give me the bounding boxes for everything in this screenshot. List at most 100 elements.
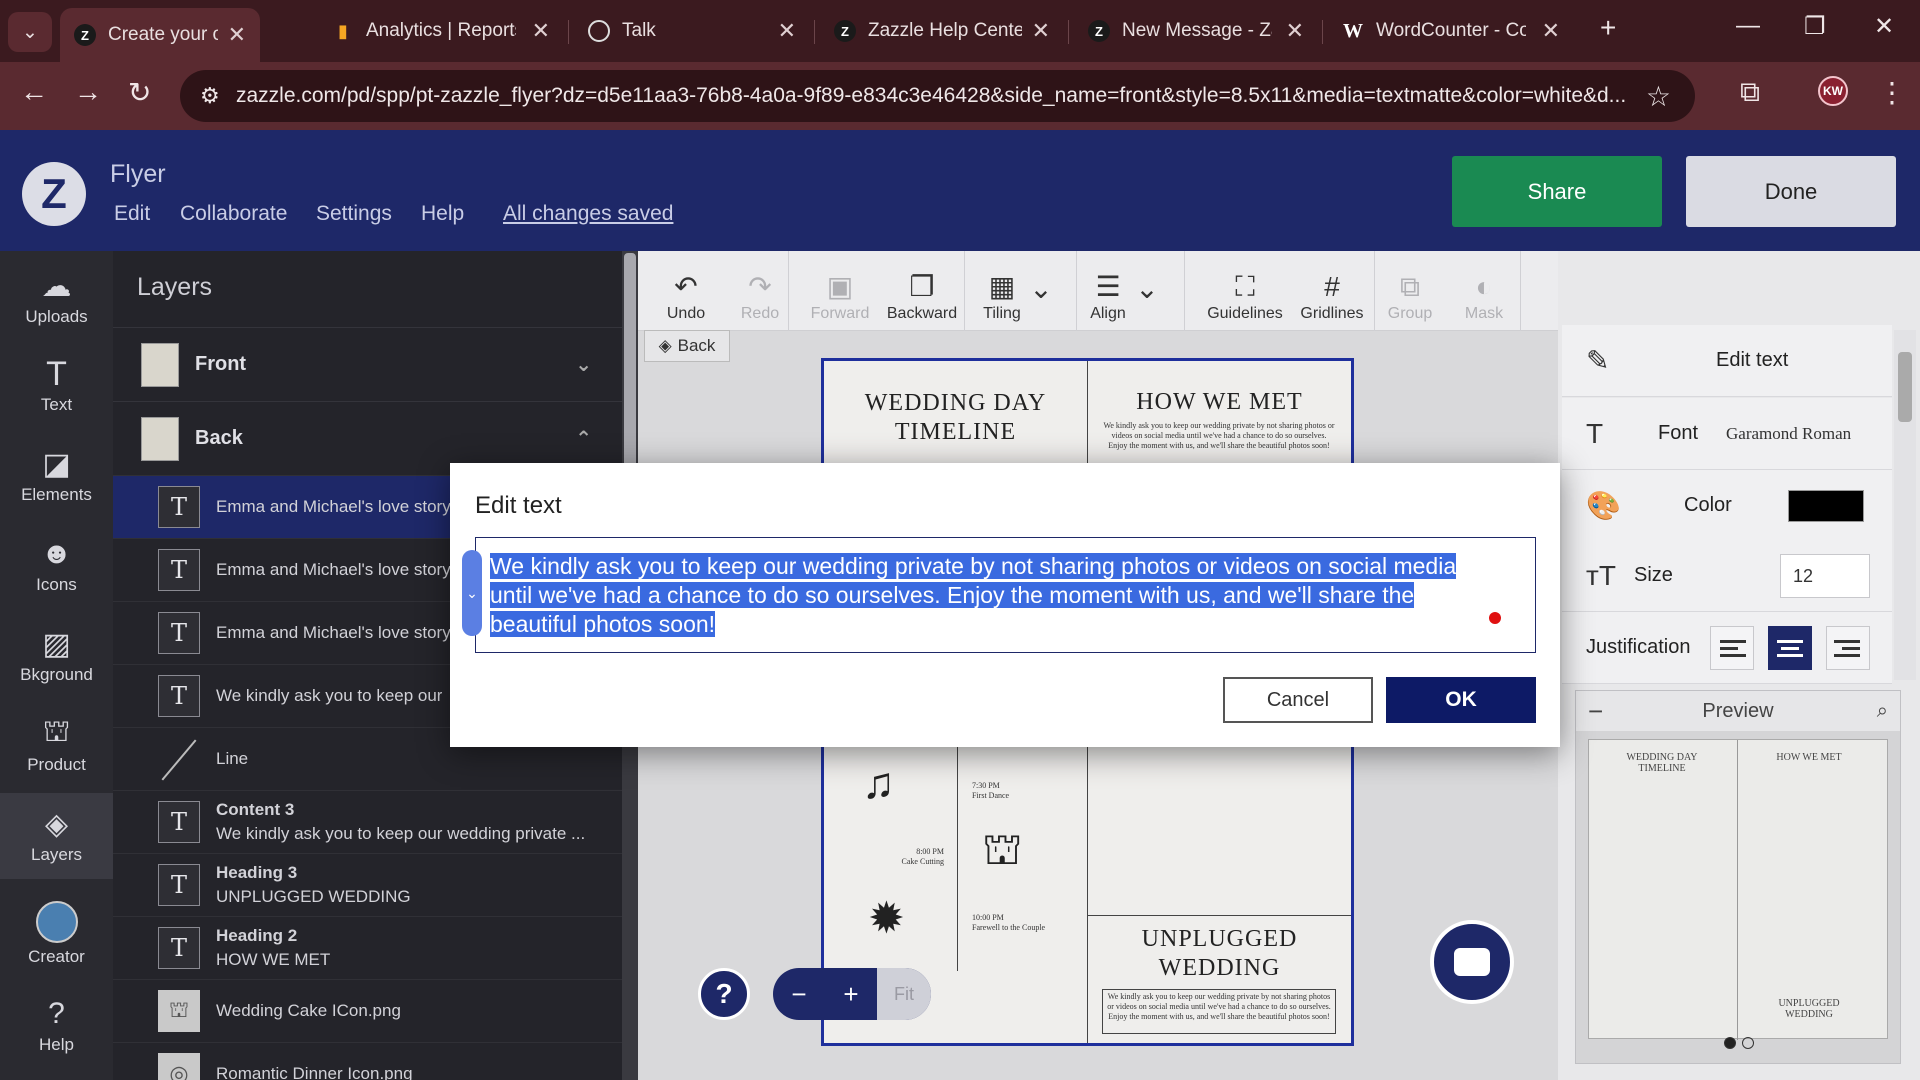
window-close-icon[interactable]: ✕ [1874,12,1894,41]
close-icon[interactable]: ✕ [768,18,796,44]
group-icon: ⧉ [1400,271,1420,302]
preview-thumbnail[interactable]: WEDDING DAY TIMELINE HOW WE MET UNPLUGGE… [1588,739,1888,1040]
rail-creator[interactable]: Creator [0,889,113,979]
font-row[interactable]: T Font Garamond Roman [1562,398,1892,470]
color-swatch[interactable] [1788,490,1864,522]
unplugged-text: We kindly ask you to keep our wedding pr… [1107,992,1331,1021]
layer-row[interactable]: ◎ Romantic Dinner Icon.png [113,1042,622,1080]
backward-button[interactable]: ❐ Backward [882,259,962,323]
magnifier-icon[interactable]: ⌕ [1877,700,1888,723]
mask-button[interactable]: ◐ Mask [1444,259,1524,323]
new-tab-icon[interactable]: + [1600,12,1616,44]
rail-layers[interactable]: ◈ Layers [0,793,113,879]
collapse-icon[interactable]: − [1588,696,1603,727]
menu-help[interactable]: Help [421,202,464,226]
heading-how-we-met[interactable]: HOW WE MET [1088,389,1351,416]
minimize-icon[interactable]: — [1736,12,1760,40]
close-icon[interactable]: ✕ [1276,18,1304,44]
justify-center-button[interactable] [1768,626,1812,670]
restore-icon[interactable]: ❐ [1804,12,1826,41]
timeline-time: 8:00 PM [916,847,944,856]
site-settings-icon[interactable]: ⚙ [200,83,220,109]
tiling-dropdown[interactable]: ⌄ [1026,259,1056,323]
rail-elements[interactable]: ◪ Elements [0,433,113,519]
canvas-help-button[interactable]: ? [698,968,750,1020]
back-arrow-icon[interactable]: ← [20,76,48,108]
layer-group-front[interactable]: Front ⌄ [113,327,622,401]
align-dropdown[interactable]: ⌄ [1132,259,1162,323]
extensions-icon[interactable]: ⧉ [1740,76,1760,109]
tab-new-message[interactable]: Z New Message - Za ✕ [1074,10,1318,52]
rail-uploads[interactable]: ☁ Uploads [0,255,113,341]
close-icon[interactable]: ✕ [1022,18,1050,44]
toolbar-separator [1184,251,1185,331]
rail-icons[interactable]: ☻ Icons [0,523,113,609]
done-button[interactable]: Done [1686,156,1896,227]
how-we-met-text[interactable]: We kindly ask you to keep our wedding pr… [1102,421,1336,451]
zoom-in-button[interactable]: + [825,979,877,1010]
layer-row[interactable]: ⛫ Wedding Cake ICon.png [113,979,622,1042]
creator-avatar [35,901,78,943]
reload-icon[interactable]: ↻ [128,76,151,109]
tab-wordcounter[interactable]: W WordCounter - Co ✕ [1328,10,1574,52]
zazzle-logo[interactable]: Z [22,162,86,226]
save-status-link[interactable]: All changes saved [503,202,673,226]
font-size-input[interactable]: 12 [1780,554,1870,598]
forward-button[interactable]: ▣ Forward [800,259,880,323]
menu-settings[interactable]: Settings [316,202,392,226]
rail-text[interactable]: T Text [0,343,113,429]
layer-row[interactable]: T Heading 3 UNPLUGGED WEDDING [113,853,622,916]
rail-help[interactable]: ? Help [0,983,113,1069]
left-tool-rail: ☁ Uploads T Text ◪ Elements ☻ Icons ▨ Bkgroun… [0,251,113,1080]
tab-talk[interactable]: Talk ✕ [574,10,810,52]
properties-scrollbar[interactable] [1894,330,1916,680]
back-thumbnail [141,416,179,461]
menu-kebab-icon[interactable]: ⋮ [1878,76,1906,109]
menu-edit[interactable]: Edit [114,202,150,226]
layer-row[interactable]: T Heading 2 HOW WE MET [113,916,622,979]
tab-search-button[interactable]: ⌄ [8,12,52,52]
edit-text-area[interactable]: ⌄ We kindly ask you to keep our wedding … [462,537,1536,653]
close-icon[interactable]: ✕ [218,22,246,48]
undo-button[interactable]: ↶ Undo [646,259,726,323]
bookmark-star-icon[interactable]: ☆ [1646,80,1671,113]
cancel-button[interactable]: Cancel [1223,677,1373,723]
selection-handle-icon[interactable]: ⌄ [462,550,482,636]
justify-right-button[interactable] [1826,626,1870,670]
justify-left-button[interactable] [1710,626,1754,670]
url-input[interactable]: ⚙ zazzle.com/pd/spp/pt-zazzle_flyer?dz=d… [180,70,1695,122]
spellcheck-indicator [1489,612,1501,624]
tab-create-flyer[interactable]: Z Create your own Fl ✕ [60,8,260,62]
zazzle-favicon-icon: Z [834,20,856,42]
unplugged-text-box[interactable]: We kindly ask you to keep our wedding pr… [1102,989,1336,1034]
menu-collaborate[interactable]: Collaborate [180,202,287,226]
tab-analytics[interactable]: ▮ Analytics | Reports ✕ [318,10,564,52]
gridlines-button[interactable]: # Gridlines [1292,259,1372,323]
profile-avatar[interactable]: KW [1818,76,1848,106]
heading-timeline[interactable]: WEDDING DAY TIMELINE [824,389,1087,447]
rail-product[interactable]: ⛫ Product [0,703,113,789]
chat-button[interactable] [1430,920,1514,1004]
zoom-fit-button[interactable]: Fit [877,968,931,1020]
guidelines-button[interactable]: ⛶ Guidelines [1200,259,1290,323]
tab-label: Create your own Fl [108,24,218,45]
rail-background[interactable]: ▨ Bkground [0,613,113,699]
layers-icon: ◈ [44,807,69,841]
tab-zazzle-help[interactable]: Z Zazzle Help Center ✕ [820,10,1064,52]
share-button[interactable]: Share [1452,156,1662,227]
layer-row[interactable]: T Content 3 We kindly ask you to keep ou… [113,790,622,853]
ok-button[interactable]: OK [1386,677,1536,723]
heading-unplugged[interactable]: UNPLUGGED WEDDING [1088,925,1351,983]
scroll-thumb[interactable] [1898,352,1912,422]
page-dot-2[interactable] [1742,1037,1754,1049]
zoom-out-button[interactable]: − [773,979,825,1010]
group-button[interactable]: ⧉ Group [1370,259,1450,323]
tool-label: Group [1387,305,1433,322]
page-dot-1[interactable] [1724,1037,1736,1049]
chevron-down-icon: ⌄ [1029,273,1053,304]
close-icon[interactable]: ✕ [1532,18,1560,44]
edit-text-row[interactable]: ✎ Edit text [1562,325,1892,397]
back-side-button[interactable]: ◈ Back [644,330,730,362]
forward-arrow-icon[interactable]: → [74,76,102,108]
close-icon[interactable]: ✕ [522,18,550,44]
